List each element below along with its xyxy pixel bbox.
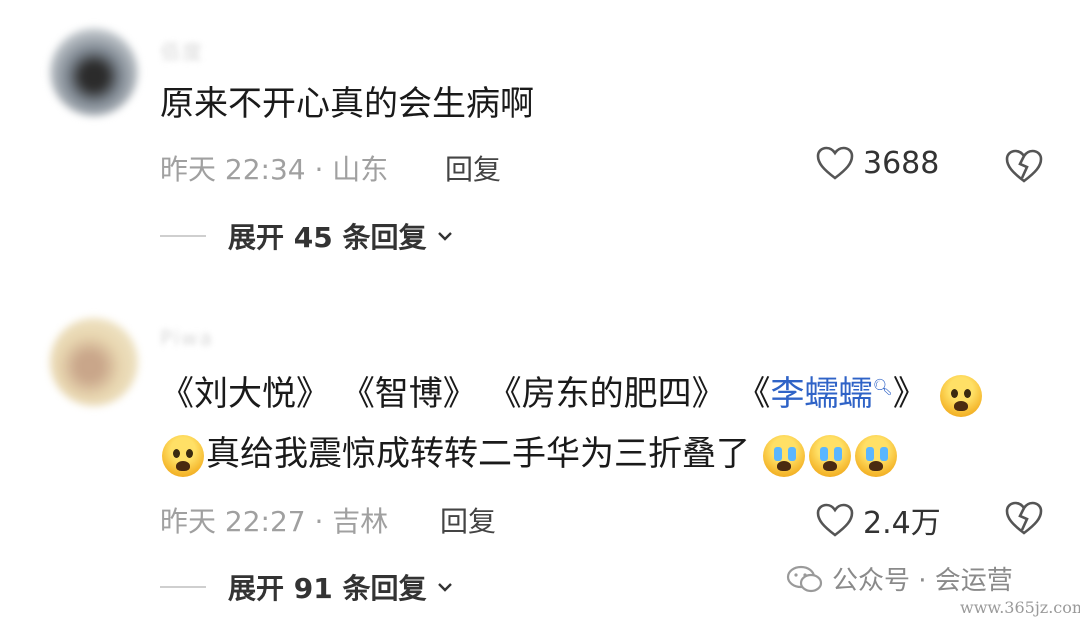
expand-label: 展开 45 条回复 bbox=[228, 221, 427, 254]
heart-icon bbox=[816, 146, 854, 180]
chevron-down-icon bbox=[438, 232, 453, 241]
like-count: 2.4万 bbox=[863, 506, 941, 541]
avatar[interactable] bbox=[50, 318, 138, 406]
heart-icon bbox=[816, 503, 854, 537]
comment-meta: 昨天 22:27 · 吉林 bbox=[160, 505, 389, 538]
comment-meta: 昨天 22:34 · 山东 bbox=[160, 153, 389, 186]
comment-text: 真给我震惊成转转二手华为三折叠了 bbox=[206, 434, 750, 474]
expand-replies-button[interactable]: 展开 45 条回复 bbox=[160, 216, 454, 256]
search-link[interactable]: 李蠕蠕 bbox=[770, 374, 872, 414]
divider-line bbox=[160, 586, 206, 588]
broken-heart-icon[interactable] bbox=[1004, 148, 1044, 184]
expand-replies-button[interactable]: 展开 91 条回复 bbox=[160, 567, 454, 607]
mention-open: 《 bbox=[736, 374, 771, 414]
wechat-icon bbox=[786, 565, 823, 592]
chevron-down-icon bbox=[438, 583, 453, 592]
divider-line bbox=[160, 235, 206, 237]
scream-emoji-icon bbox=[939, 374, 982, 417]
scream-emoji-icon bbox=[162, 434, 204, 477]
like-button[interactable]: 3688 bbox=[815, 145, 939, 181]
watermark: 公众号 · 会运营 bbox=[786, 560, 1013, 597]
reply-button[interactable]: 回复 bbox=[440, 500, 496, 540]
cry-emoji-icon bbox=[762, 434, 805, 477]
username[interactable]: Piwa bbox=[160, 326, 214, 350]
mention-close: 》 bbox=[892, 374, 927, 414]
username[interactable]: 佰度 bbox=[160, 36, 204, 65]
search-icon[interactable]: 🔍︎ bbox=[872, 378, 892, 397]
like-count: 3688 bbox=[863, 145, 940, 181]
avatar[interactable] bbox=[50, 28, 138, 116]
mention-title: 《房东的肥四》 bbox=[487, 374, 726, 414]
comment-text-line-1: 《刘大悦》 《智博》 《房东的肥四》 《李蠕蠕🔍︎》 bbox=[160, 374, 984, 417]
like-button[interactable]: 2.4万 bbox=[815, 498, 941, 542]
expand-label: 展开 91 条回复 bbox=[228, 572, 427, 605]
watermark-text: 公众号 · 会运营 bbox=[832, 566, 1013, 596]
mention-title: 《刘大悦》 bbox=[160, 374, 330, 414]
cry-emoji-icon bbox=[854, 434, 897, 477]
broken-heart-icon[interactable] bbox=[1004, 500, 1044, 536]
reply-button[interactable]: 回复 bbox=[445, 148, 501, 188]
comment-text: 原来不开心真的会生病啊 bbox=[160, 84, 534, 124]
mention-title: 《智博》 bbox=[340, 374, 477, 414]
comment-text-line-2: 真给我震惊成转转二手华为三折叠了 bbox=[160, 434, 899, 477]
site-url: www.365jz.com bbox=[960, 598, 1080, 617]
cry-emoji-icon bbox=[808, 434, 851, 477]
